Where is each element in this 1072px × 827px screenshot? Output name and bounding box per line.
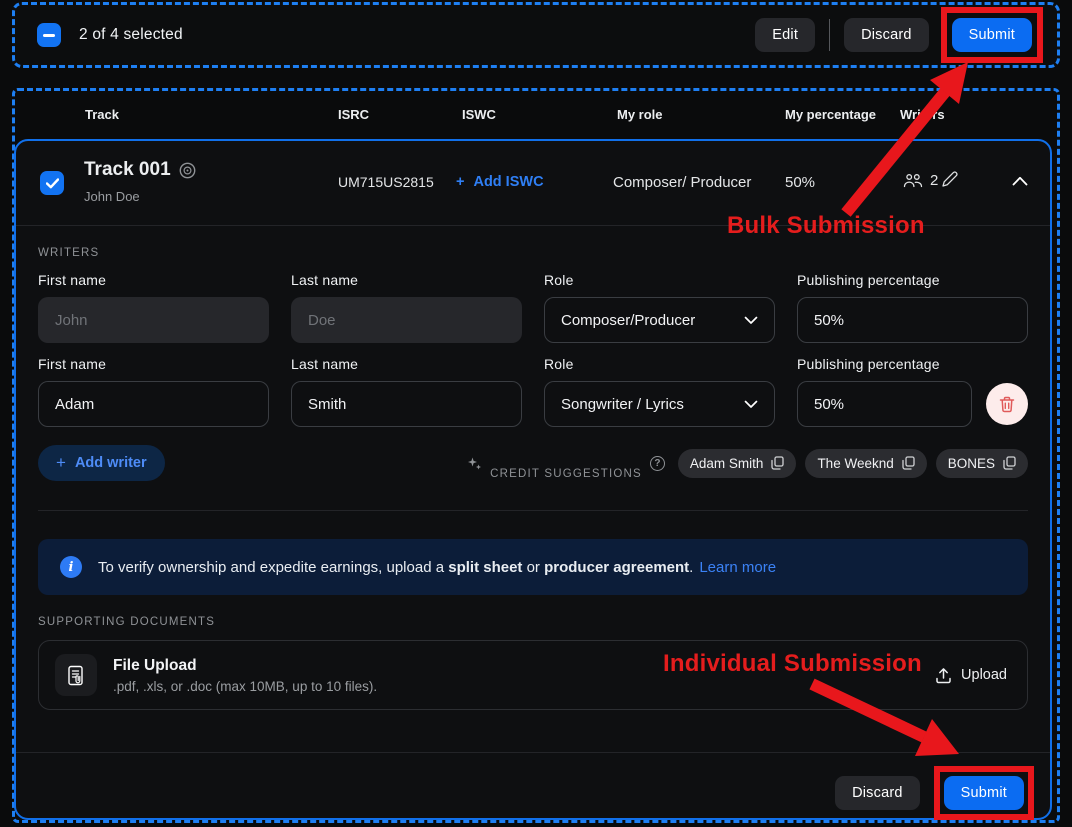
- suggestion-chip[interactable]: Adam Smith: [678, 449, 797, 478]
- role-label: Role: [544, 356, 775, 372]
- publishing-percentage-label: Publishing percentage: [797, 272, 1028, 288]
- chevron-up-icon: [1012, 176, 1028, 186]
- copy-icon: [902, 456, 915, 470]
- collapse-track-button[interactable]: [1012, 176, 1028, 186]
- trash-icon: [999, 396, 1015, 413]
- plus-icon: +: [56, 453, 66, 473]
- writer-row-1: First name Last name Role Composer/Produ…: [38, 272, 1028, 343]
- check-icon: [46, 178, 59, 189]
- column-header-percentage: My percentage: [785, 91, 876, 139]
- plus-icon: +: [456, 174, 464, 190]
- bulk-discard-button[interactable]: Discard: [844, 18, 929, 52]
- credit-suggestions: CREDIT SUGGESTIONS ? Adam Smith The Week…: [467, 447, 1028, 480]
- track-checkbox[interactable]: [40, 171, 64, 195]
- last-name-label: Last name: [291, 272, 522, 288]
- bulk-submission-annotation: Bulk Submission: [727, 212, 925, 240]
- file-upload-subtitle: .pdf, .xls, or .doc (max 10MB, up to 10 …: [113, 679, 377, 694]
- credit-suggestions-heading: CREDIT SUGGESTIONS: [490, 468, 642, 480]
- select-all-checkbox[interactable]: [37, 23, 61, 47]
- column-header-my-role: My role: [617, 91, 663, 139]
- edit-track-button[interactable]: [940, 170, 959, 189]
- writer1-last-name-field[interactable]: [291, 297, 522, 343]
- document-icon-box: [55, 654, 97, 696]
- supporting-documents-heading: SUPPORTING DOCUMENTS: [38, 616, 1028, 628]
- bulk-selection-bar: 2 of 4 selected Edit Discard Submit: [12, 2, 1060, 68]
- track-isrc-value: UM715US2815: [338, 174, 434, 190]
- help-icon[interactable]: ?: [650, 456, 665, 471]
- column-header-isrc: ISRC: [338, 91, 369, 139]
- role-label: Role: [544, 272, 775, 288]
- writer1-percentage-field[interactable]: [797, 297, 1028, 343]
- writers-count: 2: [903, 172, 938, 189]
- track-role-value: Composer/ Producer: [613, 174, 751, 191]
- delete-writer-button[interactable]: [986, 383, 1028, 425]
- people-icon: [903, 173, 923, 188]
- individual-submit-highlight-box: Submit: [934, 766, 1034, 820]
- writers-heading: WRITERS: [38, 247, 1028, 259]
- writer1-role-select[interactable]: Composer/Producer: [544, 297, 775, 343]
- column-header-writers: Writers: [900, 91, 945, 139]
- add-writer-button[interactable]: + Add writer: [38, 445, 165, 481]
- writer2-first-name-field[interactable]: [38, 381, 269, 427]
- document-paperclip-icon: [67, 665, 86, 686]
- individual-submission-annotation: Individual Submission: [663, 650, 922, 678]
- writers-section: WRITERS First name Last name Role Com: [16, 226, 1050, 710]
- banner-text: To verify ownership and expedite earning…: [98, 559, 776, 576]
- sparkle-icon: [467, 456, 482, 471]
- track-card: Track 001 John Doe UM715US2815 + Add ISW…: [14, 139, 1052, 820]
- column-header-track: Track: [85, 91, 119, 139]
- pencil-icon: [940, 170, 959, 189]
- track-list-region: Track ISRC ISWC My role My percentage Wr…: [12, 88, 1060, 823]
- writer2-percentage-field[interactable]: [797, 381, 972, 427]
- file-upload-title: File Upload: [113, 657, 377, 675]
- edit-button[interactable]: Edit: [755, 18, 815, 52]
- copy-icon: [1003, 456, 1016, 470]
- suggestion-chip[interactable]: The Weeknd: [805, 449, 926, 478]
- suggestion-chip[interactable]: BONES: [936, 449, 1028, 478]
- track-footer: Discard Submit: [16, 752, 1050, 820]
- writer1-first-name-field[interactable]: [38, 297, 269, 343]
- disc-icon: [179, 162, 196, 179]
- first-name-label: First name: [38, 356, 269, 372]
- copy-icon: [771, 456, 784, 470]
- track-submission-screen: 2 of 4 selected Edit Discard Submit Trac…: [0, 0, 1072, 827]
- bulk-submit-button[interactable]: Submit: [952, 18, 1032, 52]
- add-iswc-button[interactable]: + Add ISWC: [456, 174, 544, 190]
- toolbar-divider: [829, 19, 830, 51]
- info-icon: i: [60, 556, 82, 578]
- chevron-down-icon: [744, 316, 758, 325]
- discard-button[interactable]: Discard: [835, 776, 920, 810]
- selection-count-text: 2 of 4 selected: [79, 26, 183, 44]
- writer2-last-name-field[interactable]: [291, 381, 522, 427]
- learn-more-link[interactable]: Learn more: [699, 559, 776, 576]
- track-artist: John Doe: [84, 189, 140, 204]
- track-title: Track 001: [84, 159, 171, 181]
- bulk-submit-highlight-box: Submit: [941, 7, 1043, 63]
- column-header-iswc: ISWC: [462, 91, 496, 139]
- last-name-label: Last name: [291, 356, 522, 372]
- publishing-percentage-label: Publishing percentage: [797, 356, 1028, 372]
- add-writer-row: + Add writer CREDIT SUGGESTIONS ?: [38, 445, 1028, 481]
- writer-row-2: First name Last name Role Songwriter / L…: [38, 356, 1028, 427]
- section-divider: [38, 510, 1028, 511]
- upload-icon: [935, 667, 952, 684]
- chevron-down-icon: [744, 400, 758, 409]
- ownership-info-banner: i To verify ownership and expedite earni…: [38, 539, 1028, 595]
- indeterminate-minus-icon: [43, 34, 55, 37]
- writer2-role-select[interactable]: Songwriter / Lyrics: [544, 381, 775, 427]
- track-percentage-value: 50%: [785, 174, 815, 191]
- upload-button[interactable]: Upload: [935, 667, 1007, 684]
- individual-submit-button[interactable]: Submit: [944, 776, 1024, 810]
- first-name-label: First name: [38, 272, 269, 288]
